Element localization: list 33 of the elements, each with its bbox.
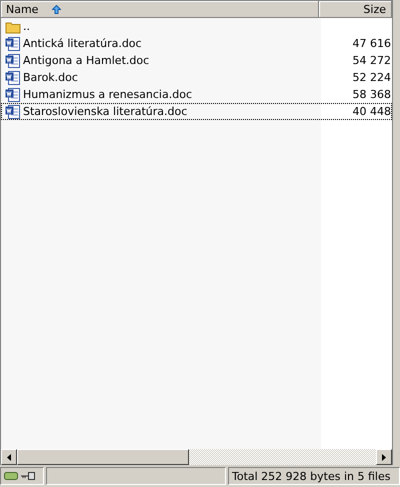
file-name: ..: [23, 20, 30, 33]
scroll-thumb[interactable]: [17, 449, 189, 465]
file-name: Antigona a Hamlet.doc: [23, 54, 150, 67]
file-row[interactable]: Antigona a Hamlet.doc 54 272: [1, 52, 392, 69]
column-header[interactable]: Name: [1, 1, 320, 18]
file-size: 58 368: [352, 88, 391, 101]
scroll-left-icon[interactable]: [7, 454, 11, 460]
document-icon: [5, 70, 21, 86]
file-size: 52 224: [352, 71, 391, 84]
file-size: 47 616: [352, 37, 391, 50]
file-size: 40 448: [352, 105, 391, 118]
scroll-right-icon[interactable]: [382, 454, 386, 460]
file-row[interactable]: ..: [1, 18, 392, 35]
document-icon: [5, 104, 21, 120]
column-label: Name: [6, 2, 38, 16]
drive-icon: [4, 471, 18, 481]
column-header[interactable]: Size: [319, 1, 392, 18]
status-text: Total 252 928 bytes in 5 files: [232, 470, 390, 482]
horizontal-scrollbar[interactable]: [1, 449, 392, 465]
file-row[interactable]: Humanizmus a renesancia.doc 58 368: [1, 86, 392, 103]
file-name: Antická literatúra.doc: [23, 37, 142, 50]
file-row[interactable]: Barok.doc 52 224: [1, 69, 392, 86]
file-name: Humanizmus a renesancia.doc: [23, 88, 192, 101]
document-icon: [5, 52, 21, 68]
document-icon: [5, 86, 21, 102]
key-icon: [21, 472, 35, 480]
file-name: Barok.doc: [23, 71, 78, 84]
file-name: Staroslovienska literatúra.doc: [23, 105, 188, 118]
document-icon: [5, 36, 21, 52]
file-size: 54 272: [352, 54, 391, 67]
column-label: Size: [363, 2, 386, 16]
file-row[interactable]: Antická literatúra.doc 47 616: [1, 35, 392, 52]
file-row[interactable]: Staroslovienska literatúra.doc 40 448: [1, 103, 392, 120]
